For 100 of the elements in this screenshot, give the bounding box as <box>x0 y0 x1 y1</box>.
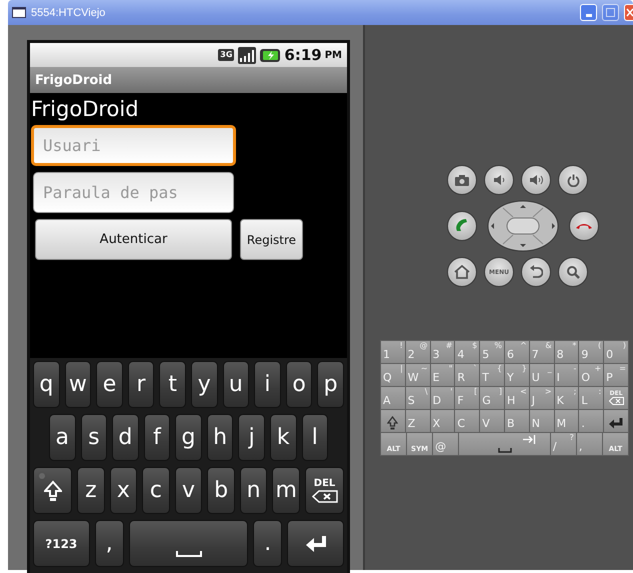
enter-key[interactable] <box>604 410 628 432</box>
volume-down-button[interactable] <box>484 165 514 195</box>
backspace-icon <box>312 490 338 502</box>
keyboard-key[interactable]: e <box>96 361 123 408</box>
keyboard-key[interactable]: J > <box>530 387 554 409</box>
keyboard-key[interactable]: . <box>253 520 282 567</box>
back-icon <box>529 265 543 279</box>
keyboard-key[interactable]: E " <box>430 364 454 386</box>
home-icon <box>454 265 470 279</box>
delete-key[interactable]: DEL <box>305 467 344 514</box>
keyboard-key[interactable]: z <box>77 467 105 514</box>
keyboard-key[interactable]: a <box>49 414 76 461</box>
keyboard-key[interactable]: w <box>64 361 92 408</box>
keyboard-key[interactable]: S \ <box>406 387 430 409</box>
keyboard-key[interactable]: Q | <box>381 364 405 386</box>
keyboard-key[interactable]: B <box>504 410 529 432</box>
keyboard-key[interactable]: d <box>112 414 139 461</box>
keyboard-key[interactable]: l <box>302 414 328 461</box>
keyboard-key[interactable]: 6 ^ <box>504 341 529 363</box>
keyboard-key[interactable]: R ` <box>455 364 480 386</box>
keyboard-key[interactable]: P = <box>604 364 628 386</box>
window-icon <box>12 7 26 18</box>
shift-icon <box>387 416 398 430</box>
keyboard-key[interactable]: V <box>480 410 504 432</box>
keyboard-key[interactable]: 1 ! <box>381 341 405 363</box>
search-button[interactable] <box>558 257 588 287</box>
keyboard-key[interactable]: Y } <box>504 364 529 386</box>
close-button[interactable] <box>624 4 633 21</box>
minimize-button[interactable] <box>580 4 597 21</box>
keyboard-key[interactable]: O + <box>579 364 604 386</box>
call-button[interactable] <box>447 211 477 241</box>
volume-up-button[interactable] <box>521 165 551 195</box>
home-button[interactable] <box>447 257 477 287</box>
keyboard-key[interactable]: f <box>144 414 170 461</box>
keyboard-key[interactable]: i <box>254 361 281 408</box>
keyboard-key[interactable]: r <box>128 361 154 408</box>
keyboard-key[interactable]: . <box>579 410 604 432</box>
speaker-loud-icon <box>528 174 544 186</box>
keyboard-key[interactable]: n <box>240 467 268 514</box>
input-field[interactable]: Paraula de pas <box>33 172 234 213</box>
keyboard-key[interactable]: W ~ <box>406 364 430 386</box>
keyboard-key[interactable]: 4 $ <box>455 341 480 363</box>
keyboard-key[interactable]: I - <box>554 364 578 386</box>
close-icon <box>626 8 632 17</box>
space-key[interactable] <box>128 520 248 567</box>
keyboard-key[interactable]: u <box>222 361 250 408</box>
keyboard-key[interactable]: b <box>207 467 235 514</box>
camera-button[interactable] <box>447 165 477 195</box>
keyboard-key[interactable]: c <box>142 467 170 514</box>
keyboard-key[interactable]: U _ <box>530 364 554 386</box>
keyboard-key[interactable]: @ <box>433 433 458 455</box>
power-button[interactable] <box>558 165 588 195</box>
keyboard-key[interactable]: 8 * <box>554 341 578 363</box>
battery-charging-icon <box>260 48 280 62</box>
enter-key[interactable] <box>287 520 344 567</box>
keyboard-key[interactable]: 7 & <box>530 341 554 363</box>
keyboard-key[interactable]: p <box>317 361 344 408</box>
keyboard-key[interactable]: C <box>455 410 480 432</box>
keyboard-key[interactable]: , <box>576 433 602 455</box>
keyboard-key[interactable]: 5 % <box>480 341 504 363</box>
keyboard-key[interactable]: m <box>272 467 300 514</box>
keyboard-key[interactable]: h <box>206 414 234 461</box>
enter-icon <box>608 417 624 430</box>
keyboard-key[interactable]: j <box>238 414 265 461</box>
shift-key[interactable] <box>33 467 72 514</box>
symbols-key[interactable]: ?123 <box>33 520 90 567</box>
directional-pad[interactable] <box>487 200 559 252</box>
keyboard-key[interactable]: G ] <box>480 387 504 409</box>
keyboard-key[interactable]: / ? <box>550 433 576 455</box>
keyboard-key[interactable]: X <box>430 410 454 432</box>
keyboard-key[interactable]: o <box>286 361 312 408</box>
maximize-button[interactable] <box>602 4 619 21</box>
keyboard-key[interactable]: L : <box>579 387 604 409</box>
keyboard-key[interactable]: q <box>33 361 60 408</box>
keyboard-key[interactable]: H < <box>504 387 529 409</box>
keyboard-key[interactable]: s <box>80 414 108 461</box>
login-button[interactable]: Autenticar <box>35 219 232 260</box>
keyboard-key[interactable]: g <box>175 414 202 461</box>
keyboard-key[interactable]: D ' <box>430 387 454 409</box>
keyboard-key[interactable]: Z <box>406 410 430 432</box>
keyboard-key[interactable]: F [ <box>455 387 480 409</box>
keyboard-key[interactable]: v <box>174 467 202 514</box>
keyboard-key[interactable]: y <box>190 361 218 408</box>
keyboard-key[interactable]: 3 # <box>430 341 454 363</box>
end-call-button[interactable] <box>569 211 599 241</box>
keyboard-key[interactable]: T { <box>480 364 504 386</box>
keyboard-key[interactable]: A <box>381 387 405 409</box>
keyboard-key[interactable]: x <box>110 467 138 514</box>
keyboard-key[interactable]: 2 @ <box>406 341 430 363</box>
register-button[interactable]: Registre <box>240 219 303 260</box>
keyboard-key[interactable]: , <box>94 520 124 567</box>
keyboard-key[interactable]: 0 ) <box>604 341 628 363</box>
keyboard-key[interactable]: k <box>270 414 296 461</box>
keyboard-key[interactable]: 9 ( <box>579 341 604 363</box>
back-button[interactable] <box>521 257 551 287</box>
keyboard-key[interactable]: M <box>554 410 578 432</box>
keyboard-key[interactable]: t <box>159 361 186 408</box>
keyboard-key[interactable]: N <box>530 410 554 432</box>
input-field[interactable]: Usuari <box>31 125 236 166</box>
keyboard-key[interactable]: K ; <box>554 387 578 409</box>
